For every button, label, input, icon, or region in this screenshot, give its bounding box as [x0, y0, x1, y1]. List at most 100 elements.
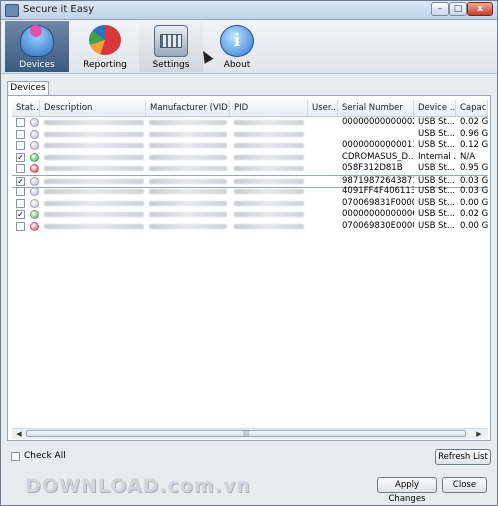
table-row[interactable]: 070069831F000012 USB St... 0.00 GB — [12, 198, 488, 209]
row-checkbox[interactable]: ✓ — [16, 152, 25, 162]
toolbar-devices-label: Devices — [19, 60, 55, 70]
scroll-thumb[interactable]: ||| — [26, 430, 466, 437]
minimize-button[interactable]: – — [431, 2, 449, 16]
capacity-cell: N/A — [460, 151, 476, 162]
row-checkbox[interactable] — [16, 118, 25, 127]
title-bar[interactable]: Secure it Easy – □ x — [1, 1, 497, 20]
status-icon — [30, 210, 39, 219]
capacity-cell: 0.96 GB — [460, 128, 488, 139]
redacted-text — [149, 120, 227, 125]
scroll-left-icon[interactable]: ◀ — [14, 430, 24, 438]
device-type-cell: USB St... — [418, 128, 455, 139]
table-row[interactable]: 00000000000013 USB St... 0.12 GB — [12, 140, 488, 151]
device-type-cell: USB St... — [418, 140, 455, 150]
status-icon — [30, 118, 39, 127]
tab-devices[interactable]: Devices — [7, 81, 49, 96]
row-checkbox[interactable] — [16, 129, 25, 139]
redacted-text — [234, 223, 304, 229]
redacted-text — [149, 178, 227, 184]
watermark-logo: DOWNLOAD.com.vn — [25, 475, 251, 497]
apply-changes-button[interactable]: Apply Changes — [377, 477, 437, 504]
redacted-text — [149, 143, 227, 148]
toolbar-reporting-label: Reporting — [83, 60, 127, 70]
redacted-text — [234, 212, 304, 217]
app-icon — [5, 4, 19, 17]
capacity-cell: 0.95 GB — [460, 163, 488, 173]
pie-chart-icon — [89, 25, 121, 55]
toolbar-devices-button[interactable]: Devices — [5, 21, 69, 72]
redacted-text — [149, 131, 227, 137]
maximize-button[interactable]: □ — [449, 2, 467, 16]
redacted-text — [44, 200, 144, 206]
row-checkbox[interactable] — [16, 221, 25, 231]
table-row[interactable]: 070069830E000004 USB St... 0.00 GB — [12, 221, 488, 232]
horizontal-scrollbar[interactable]: ◀ ||| ▶ — [12, 428, 488, 439]
status-icon — [30, 152, 39, 162]
redacted-text — [149, 223, 227, 229]
table-row[interactable]: ✓ CDROMASUS_D... Internal ... N/A — [12, 152, 488, 163]
devices-icon — [20, 25, 54, 57]
redacted-text — [149, 166, 227, 171]
device-type-cell: USB St... — [418, 220, 455, 231]
toolbar-about-label: About — [223, 60, 251, 70]
device-type-cell: Internal ... — [418, 151, 456, 162]
status-icon — [30, 187, 39, 196]
serial-number-cell: 070069830E000004 — [342, 220, 414, 231]
device-type-cell: USB St... — [418, 175, 455, 186]
capacity-cell: 0.03 GB — [460, 186, 488, 196]
redacted-text — [234, 120, 304, 125]
redacted-text — [149, 212, 227, 217]
column-header[interactable]: PID — [230, 100, 308, 116]
serial-number-cell — [338, 129, 414, 140]
table-row[interactable]: 4091FF4F406113B6 USB St... 0.03 GB — [12, 186, 488, 197]
redacted-text — [234, 166, 304, 171]
devices-panel: Stat... Description Manufacturer (VID) PID U… — [7, 95, 491, 441]
serial-number-cell: 00000000000006 — [342, 209, 414, 219]
status-icon — [30, 164, 39, 173]
redacted-text — [44, 166, 144, 171]
row-checkbox[interactable] — [16, 198, 25, 208]
redacted-text — [234, 178, 304, 184]
scroll-right-icon[interactable]: ▶ — [474, 430, 484, 438]
toolbar-reporting-button[interactable]: Reporting — [73, 21, 137, 72]
status-icon — [30, 221, 39, 231]
table-row[interactable]: 00000000000002 USB St... 0.02 GB — [12, 117, 488, 128]
column-header[interactable]: Device ... — [414, 100, 456, 116]
redacted-text — [44, 143, 144, 148]
device-type-cell: USB St... — [418, 209, 455, 219]
redacted-text — [44, 120, 144, 125]
status-icon — [30, 141, 39, 150]
redacted-text — [149, 154, 227, 160]
device-type-cell: USB St... — [418, 163, 455, 173]
window-title: Secure it Easy — [23, 4, 95, 15]
redacted-text — [234, 189, 304, 194]
capacity-cell: 0.00 GB — [460, 220, 488, 231]
toolbar-about-button[interactable]: i About — [205, 21, 269, 72]
column-header[interactable]: Manufacturer (VID) — [146, 100, 230, 116]
row-checkbox[interactable]: ✓ — [16, 176, 25, 186]
redacted-text — [234, 131, 304, 137]
column-header[interactable]: Serial Number — [338, 100, 414, 116]
row-checkbox[interactable] — [16, 187, 25, 196]
column-header[interactable]: Capacity — [456, 100, 488, 116]
capacity-cell: 0.03 GB — [460, 175, 488, 186]
row-checkbox[interactable] — [16, 141, 25, 150]
table-row[interactable]: ✓ 00000000000006 USB St... 0.02 GB — [12, 209, 488, 220]
column-header[interactable]: Description — [40, 100, 146, 116]
column-header[interactable]: User... — [308, 100, 338, 116]
serial-number-cell: 00000000000013 — [342, 140, 414, 150]
check-all-box[interactable] — [11, 452, 20, 461]
column-header[interactable]: Stat... — [12, 100, 40, 116]
row-checkbox[interactable] — [16, 164, 25, 173]
toolbar-settings-label: Settings — [152, 60, 190, 70]
table-row[interactable]: 058F312D81B USB St... 0.95 GB — [12, 163, 488, 174]
row-checkbox[interactable]: ✓ — [16, 210, 25, 219]
refresh-list-button[interactable]: Refresh List — [435, 449, 491, 465]
device-type-cell: USB St... — [418, 197, 455, 208]
table-row[interactable]: USB St... 0.96 GB — [12, 129, 488, 140]
close-window-button[interactable]: x — [467, 2, 493, 16]
toolbar-settings-button[interactable]: Settings — [139, 21, 203, 72]
serial-number-cell: 00000000000002 — [342, 117, 414, 127]
close-button[interactable]: Close — [442, 477, 487, 493]
capacity-cell: 0.02 GB — [460, 117, 488, 127]
